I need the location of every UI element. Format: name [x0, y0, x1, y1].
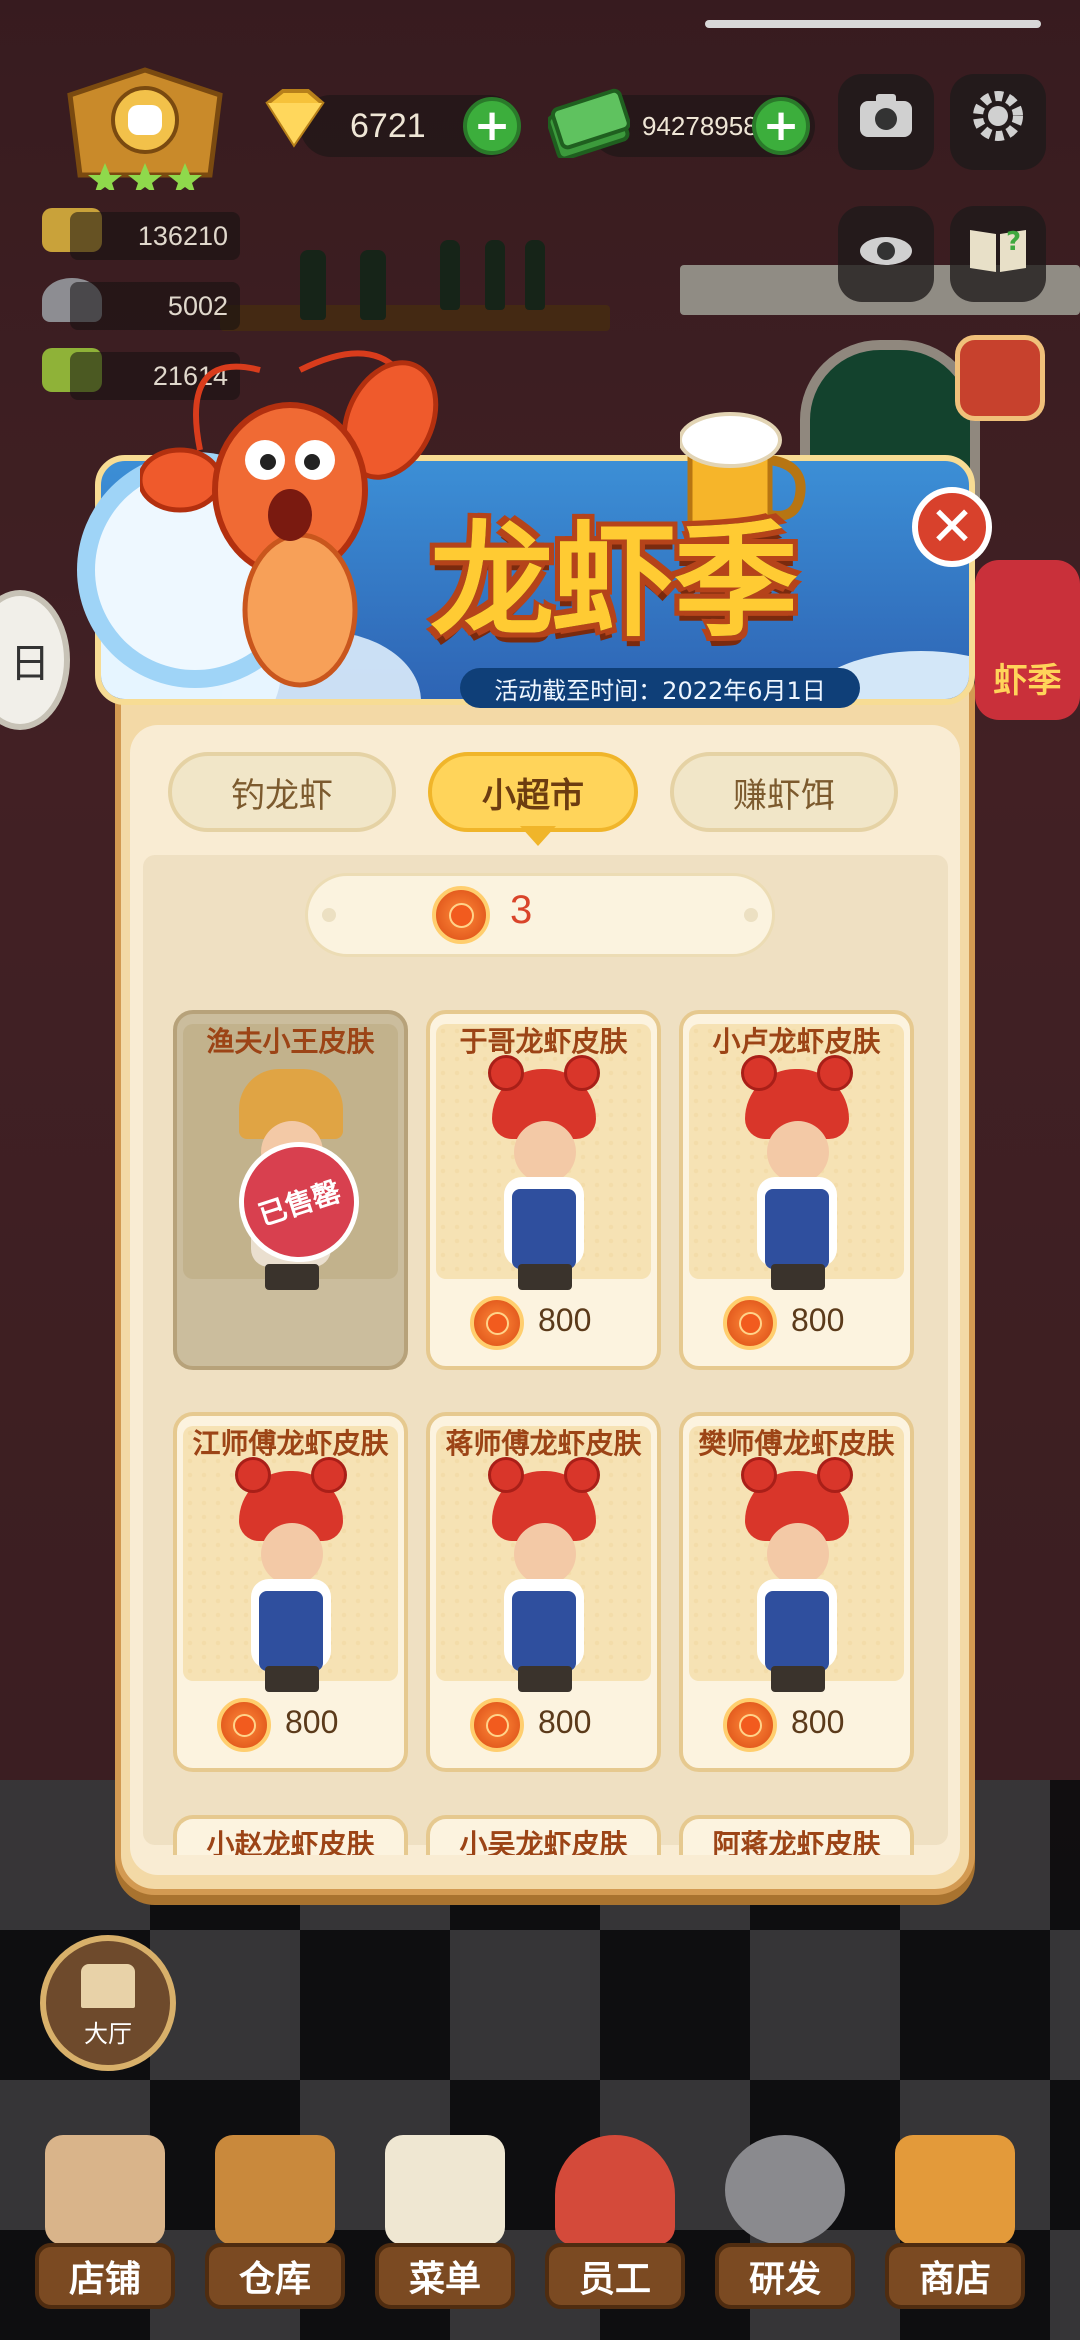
- item-name: 于哥龙虾皮肤: [459, 1025, 628, 1058]
- item-name: 小吴龙虾皮肤: [459, 1828, 628, 1855]
- camera-icon: [856, 91, 916, 154]
- item-name: 渔夫小王皮肤: [206, 1025, 375, 1058]
- stat-counter: 136210: [70, 212, 240, 260]
- nav-label: 菜单: [375, 2243, 515, 2309]
- hall-button[interactable]: 大厅: [40, 1935, 176, 2071]
- item-preview: [689, 1024, 904, 1290]
- svg-text:?: ?: [1006, 227, 1021, 257]
- help-book-icon: ?: [966, 220, 1030, 289]
- nav-label: 商店: [885, 2243, 1025, 2309]
- nav-menu[interactable]: 菜单: [365, 2135, 525, 2325]
- item-name: 小卢龙虾皮肤: [712, 1025, 881, 1058]
- tab-label: 小超市: [482, 775, 584, 816]
- stat-counter: 5002: [70, 282, 240, 330]
- lobster-hat-skin-figure: [484, 1055, 604, 1290]
- tab-mini-market[interactable]: 小超市: [428, 752, 638, 832]
- gear-icon: [969, 87, 1027, 158]
- camera-button[interactable]: [838, 74, 934, 170]
- nav-label: 仓库: [205, 2243, 345, 2309]
- gem-count: 6721: [350, 106, 426, 145]
- add-gems-button[interactable]: +: [463, 97, 521, 155]
- tab-fish-lobster[interactable]: 钓龙虾: [168, 752, 396, 832]
- tab-label: 钓龙虾: [231, 775, 333, 816]
- nav-label: 店铺: [35, 2243, 175, 2309]
- shop-item-card[interactable]: 小赵龙虾皮肤: [173, 1815, 408, 1855]
- side-event-label: 日: [10, 641, 50, 687]
- bait-balance: 3: [510, 888, 533, 932]
- stat-value: 136210: [137, 220, 228, 251]
- active-tab-pointer: [520, 826, 556, 846]
- warehouse-icon: [215, 2135, 335, 2245]
- nav-label: 研发: [715, 2243, 855, 2309]
- item-preview: [436, 1024, 651, 1290]
- item-name: 阿蒋龙虾皮肤: [712, 1828, 881, 1855]
- lobster-mascot-icon: [137, 330, 440, 710]
- nav-store[interactable]: 商店: [875, 2135, 1035, 2325]
- item-price: 800: [538, 1704, 592, 1740]
- bait-coin-icon: [432, 886, 490, 944]
- tab-earn-bait[interactable]: 赚虾饵: [670, 752, 898, 832]
- menu-icon: [385, 2135, 505, 2245]
- item-price: 800: [538, 1302, 592, 1338]
- item-preview: [436, 1426, 651, 1692]
- visibility-button[interactable]: [838, 206, 934, 302]
- side-book-icon[interactable]: [955, 335, 1045, 421]
- shop-item-card[interactable]: 小吴龙虾皮肤: [426, 1815, 661, 1855]
- chef-rank-badge-icon[interactable]: [50, 65, 240, 195]
- home-indicator: [705, 20, 1041, 28]
- tab-label: 赚虾饵: [733, 775, 835, 816]
- shop-item-card[interactable]: 阿蒋龙虾皮肤: [679, 1815, 914, 1855]
- nav-research[interactable]: 研发: [705, 2135, 865, 2325]
- close-icon: ✕: [929, 495, 975, 558]
- bait-coin-icon: [723, 1296, 777, 1350]
- lobster-hat-skin-figure: [737, 1055, 857, 1290]
- bait-coin-icon: [723, 1698, 777, 1752]
- item-price: 800: [285, 1704, 339, 1740]
- store-icon: [895, 2135, 1015, 2245]
- bait-coin-icon: [470, 1296, 524, 1350]
- item-preview: [689, 1426, 904, 1692]
- item-preview: [183, 1426, 398, 1692]
- shop-icon: [45, 2135, 165, 2245]
- cash-icon: [546, 88, 631, 161]
- lobster-hat-skin-figure: [737, 1457, 857, 1692]
- settings-button[interactable]: [950, 74, 1046, 170]
- event-title: 龙虾季: [430, 510, 798, 654]
- item-price: 800: [791, 1302, 845, 1338]
- shop-item-card: 渔夫小王皮肤 已售罄: [173, 1010, 408, 1370]
- nav-label: 员工: [545, 2243, 685, 2309]
- nav-staff[interactable]: 员工: [535, 2135, 695, 2325]
- hall-icon: [81, 1964, 135, 2008]
- item-name: 小赵龙虾皮肤: [206, 1828, 375, 1855]
- side-event-label: 虾季: [993, 661, 1062, 701]
- hall-label: 大厅: [84, 2020, 132, 2048]
- bait-coin-icon: [217, 1698, 271, 1752]
- side-event-badge[interactable]: 虾季: [975, 560, 1080, 720]
- lobster-hat-skin-figure: [484, 1457, 604, 1692]
- event-deadline: 活动截至时间：2022年6月1日: [460, 668, 860, 708]
- nav-shop[interactable]: 店铺: [25, 2135, 185, 2325]
- item-name: 樊师傅龙虾皮肤: [698, 1427, 895, 1460]
- shop-item-card[interactable]: 樊师傅龙虾皮肤 800: [679, 1412, 914, 1772]
- bait-balance-bar: [305, 873, 775, 957]
- guide-button[interactable]: ?: [950, 206, 1046, 302]
- shop-item-card[interactable]: 江师傅龙虾皮肤 800: [173, 1412, 408, 1772]
- cash-count: 94278958: [642, 110, 758, 141]
- lobster-hat-skin-figure: [231, 1457, 351, 1692]
- item-price: 800: [791, 1704, 845, 1740]
- shop-item-card[interactable]: 小卢龙虾皮肤 800: [679, 1010, 914, 1370]
- add-cash-button[interactable]: +: [752, 97, 810, 155]
- stat-value: 5002: [167, 290, 228, 321]
- staff-icon: [555, 2135, 675, 2245]
- gem-icon: [258, 88, 330, 148]
- shop-item-card[interactable]: 蒋师傅龙虾皮肤 800: [426, 1412, 661, 1772]
- item-name: 蒋师傅龙虾皮肤: [445, 1427, 642, 1460]
- item-name: 江师傅龙虾皮肤: [192, 1427, 389, 1460]
- research-icon: [725, 2135, 845, 2245]
- shop-item-card[interactable]: 于哥龙虾皮肤 800: [426, 1010, 661, 1370]
- nav-warehouse[interactable]: 仓库: [195, 2135, 355, 2325]
- close-button[interactable]: ✕: [912, 487, 992, 567]
- eye-icon: [856, 224, 916, 284]
- bait-coin-icon: [470, 1698, 524, 1752]
